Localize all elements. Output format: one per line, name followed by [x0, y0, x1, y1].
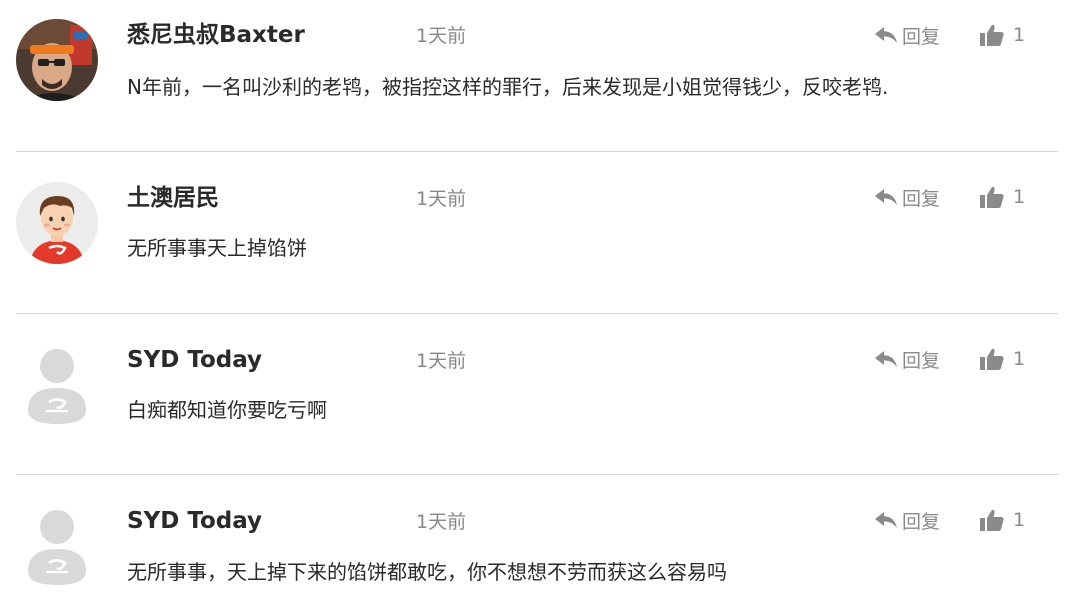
reply-icon	[875, 512, 897, 528]
comment-author[interactable]: 悉尼虫叔Baxter	[127, 20, 305, 50]
like-count: 1	[1013, 24, 1026, 46]
reply-icon	[875, 189, 897, 205]
thumbs-up-icon	[980, 509, 1004, 531]
user-avatar[interactable]	[16, 505, 98, 587]
reply-button[interactable]: 回复	[874, 344, 940, 374]
reply-button[interactable]: 回复	[874, 20, 940, 50]
thumbs-up-icon	[980, 348, 1004, 370]
like-count: 1	[1013, 186, 1026, 208]
comment-divider	[16, 151, 1058, 152]
like-button[interactable]: 1	[980, 20, 1025, 50]
comment-text: 无所事事天上掉馅饼	[127, 236, 307, 260]
reply-icon	[875, 351, 897, 367]
reply-button[interactable]: 回复	[874, 182, 940, 212]
user-avatar[interactable]	[16, 182, 98, 264]
comment-time: 1天前	[416, 188, 467, 210]
reply-label: 回复	[902, 510, 941, 533]
comment-text: 白痴都知道你要吃亏啊	[127, 398, 327, 422]
reply-icon	[875, 27, 897, 43]
comment-author[interactable]: 土澳居民	[127, 183, 219, 213]
like-button[interactable]: 1	[980, 344, 1025, 374]
like-button[interactable]: 1	[980, 182, 1025, 212]
default-user-avatar-icon	[28, 510, 86, 585]
user-avatar[interactable]	[16, 19, 98, 101]
reply-label: 回复	[902, 349, 941, 372]
reply-label: 回复	[902, 187, 941, 210]
reply-label: 回复	[902, 25, 941, 48]
like-count: 1	[1013, 509, 1026, 531]
comment-text: 无所事事，天上掉下来的馅饼都敢吃，你不想想不劳而获这么容易吗	[127, 560, 727, 584]
comment-divider	[16, 474, 1058, 475]
cartoon-avatar-icon	[16, 182, 98, 264]
user-avatar[interactable]	[16, 344, 98, 426]
comment-time: 1天前	[416, 25, 467, 47]
thumbs-up-icon	[980, 186, 1004, 208]
comment-time: 1天前	[416, 350, 467, 372]
default-user-avatar-icon	[28, 349, 86, 424]
reply-button[interactable]: 回复	[874, 505, 940, 535]
comment-divider	[16, 313, 1058, 314]
comment-author[interactable]: SYD Today	[127, 506, 262, 536]
comment-text: N年前，一名叫沙利的老鸨，被指控这样的罪行，后来发现是小姐觉得钱少，反咬老鸨.	[127, 75, 889, 99]
like-count: 1	[1013, 348, 1026, 370]
thumbs-up-icon	[980, 24, 1004, 46]
like-button[interactable]: 1	[980, 505, 1025, 535]
photo-avatar-icon	[16, 19, 98, 101]
comment-time: 1天前	[416, 511, 467, 533]
comment-author[interactable]: SYD Today	[127, 345, 262, 375]
